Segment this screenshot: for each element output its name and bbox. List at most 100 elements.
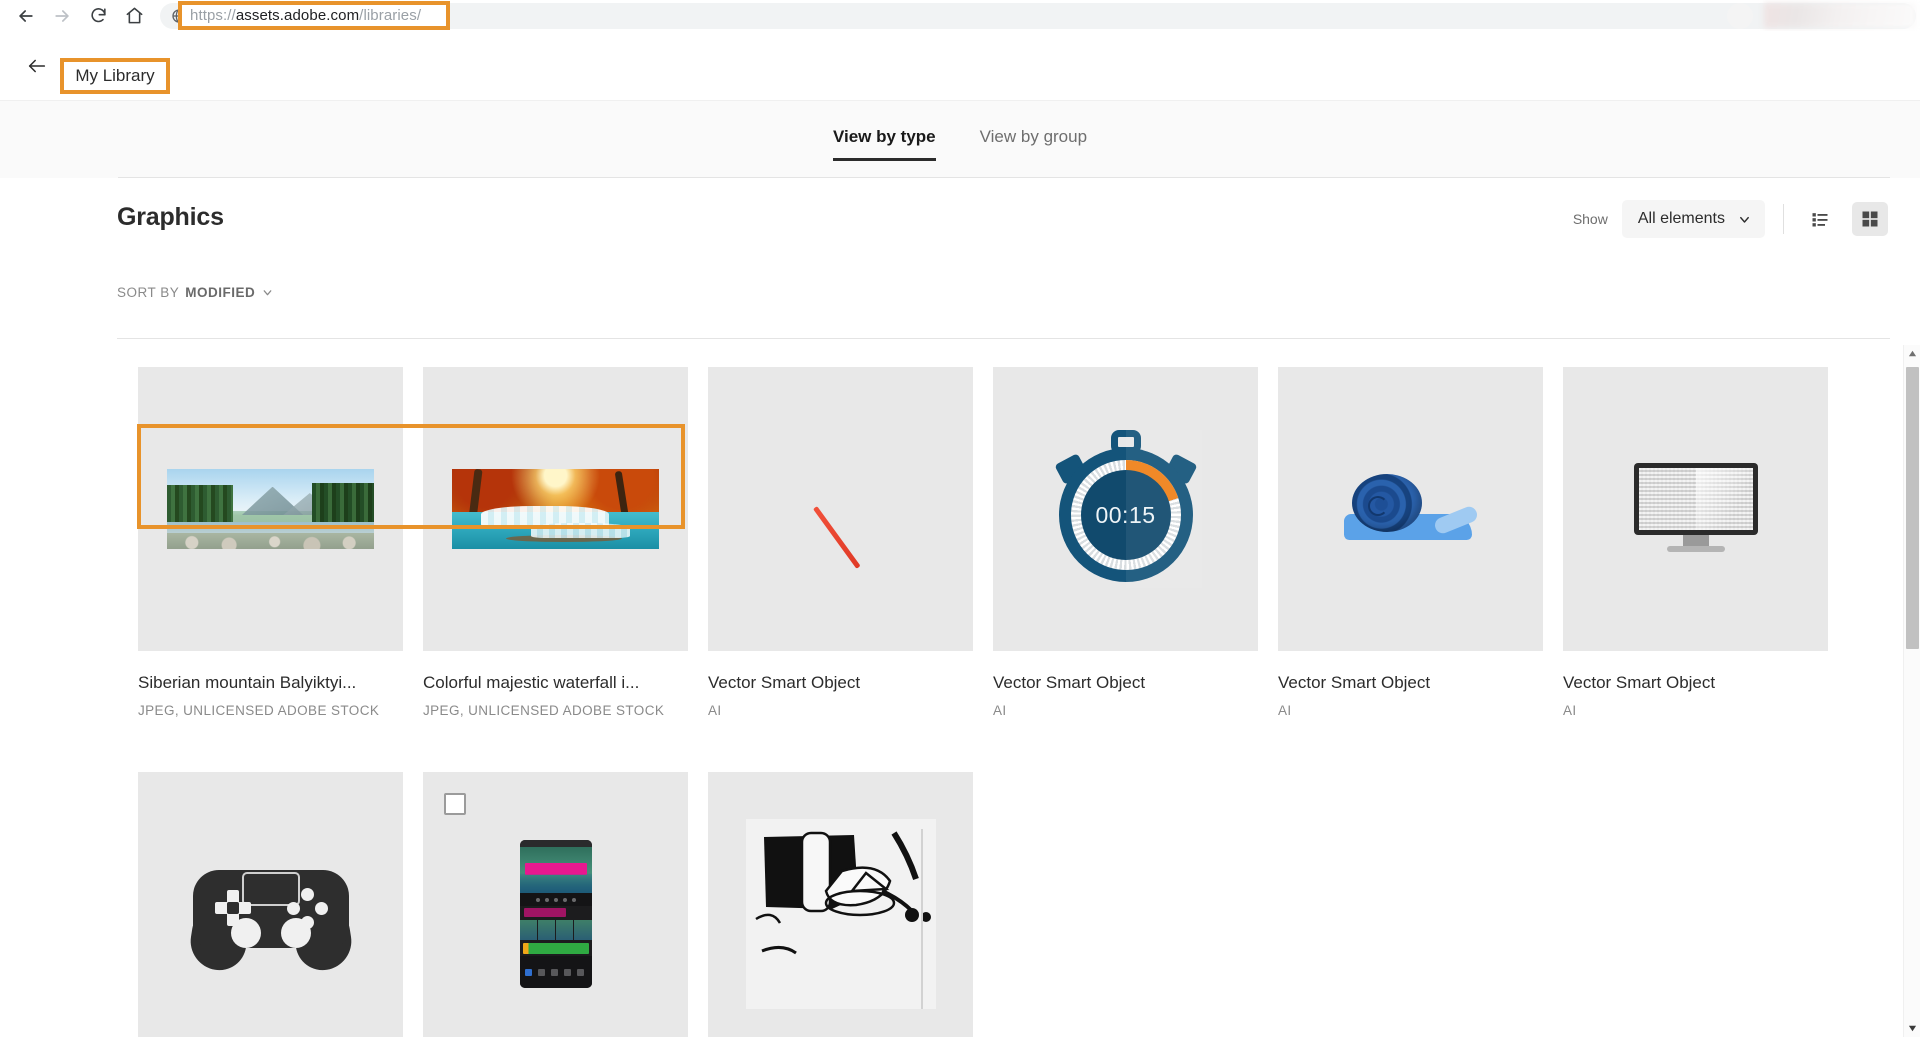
sort-control[interactable]: SORT BY MODIFIED [117,285,274,300]
asset-select-checkbox[interactable] [444,793,466,815]
scrollbar-thumb[interactable] [1906,367,1919,649]
section-divider [117,338,1890,339]
asset-thumbnail[interactable]: 00:15 [993,367,1258,651]
asset-card[interactable] [423,772,688,1037]
tab-view-by-group-label: View by group [979,127,1088,146]
page-title: Graphics [117,203,224,231]
asset-meta: AI [1278,703,1292,718]
header-controls: Show All elements [1573,200,1888,238]
grid-row-spacer [138,718,403,772]
chevron-down-icon [263,290,272,296]
sort-value-label: MODIFIED [185,285,256,300]
chevron-down-icon [1740,216,1749,223]
tab-view-by-group[interactable]: View by group [980,127,1087,161]
elements-filter-select[interactable]: All elements [1621,200,1765,238]
app-back-button[interactable] [20,49,54,83]
browser-back-button[interactable] [8,0,44,31]
home-icon [126,7,142,24]
asset-card[interactable]: 00:15 Vector Smart Object AI [993,367,1258,718]
gamepad-graphic [185,856,356,974]
elements-filter-value: All elements [1637,210,1725,227]
scroll-down-button[interactable] [1904,1020,1920,1037]
asset-title: Vector Smart Object [993,673,1146,692]
asset-title: Siberian mountain Balyiktyi... [138,673,357,692]
view-tabs: View by type View by group [0,127,1920,161]
content-scrollbar[interactable] [1903,345,1920,1037]
annotation-url-highlight: https://assets.adobe.com/libraries/ [178,1,450,30]
arrow-right-icon [55,9,69,22]
asset-thumbnail[interactable] [708,367,973,651]
asset-title: Vector Smart Object [708,673,861,692]
app-header [0,31,1920,101]
view-tabs-bar: View by type View by group [0,101,1920,178]
triangle-down-icon [1908,1025,1917,1032]
sort-prefix-label: SORT BY [117,285,180,300]
asset-thumbnail[interactable] [708,772,973,1037]
avatar[interactable] [1727,3,1753,29]
asset-card[interactable]: Vector Smart Object AI [708,367,973,718]
grid-view-button[interactable] [1852,202,1888,236]
asset-title: Vector Smart Object [1278,673,1431,692]
asset-meta: JPEG, UNLICENSED ADOBE STOCK [138,703,380,718]
asset-card[interactable] [708,772,973,1037]
asset-card[interactable]: Vector Smart Object AI [1563,367,1828,718]
phone-mockup-graphic [519,840,592,988]
tab-view-by-type-label: View by type [832,127,936,146]
annotation-library-highlight[interactable]: My Library [60,58,170,94]
asset-meta: AI [993,703,1007,718]
asset-card[interactable]: Vector Smart Object AI [1278,367,1543,718]
triangle-up-icon [1908,350,1917,357]
mountain-photo-image [167,469,374,549]
grid-row-spacer [993,718,1258,772]
asset-meta: JPEG, UNLICENSED ADOBE STOCK [423,703,665,718]
asset-grid: Siberian mountain Balyiktyi... JPEG, UNL… [138,367,1828,1037]
list-view-button[interactable] [1802,202,1838,236]
asset-thumbnail[interactable] [423,367,688,651]
red-line-graphic [813,509,869,565]
phone-project-title [524,863,587,875]
browser-reload-button[interactable] [80,0,116,31]
grid-row-spacer [1563,718,1828,772]
arrow-left-icon [19,9,33,22]
line-art-illustration [745,819,936,1009]
ann-url-domain: assets.adobe.com [235,7,360,24]
grid-row-spacer [423,718,688,772]
waterfall-photo-image [452,469,659,549]
asset-card[interactable] [138,772,403,1037]
asset-card[interactable]: Colorful majestic waterfall i... JPEG, U… [423,367,688,718]
asset-thumbnail[interactable] [138,772,403,1037]
show-label: Show [1572,211,1608,227]
controls-divider [1783,204,1784,234]
line-art-graphic [745,819,936,1009]
asset-thumbnail[interactable] [423,772,688,1037]
ann-url-path: /libraries/ [359,7,422,24]
asset-thumbnail[interactable] [138,367,403,651]
asset-grid-scroll-area: Siberian mountain Balyiktyi... JPEG, UNL… [0,345,1866,1037]
tab-view-by-type[interactable]: View by type [832,127,936,161]
asset-title: Colorful majestic waterfall i... [423,673,640,692]
grid-view-icon [1862,211,1878,227]
asset-meta: AI [708,703,722,718]
scroll-up-button[interactable] [1904,345,1920,362]
monitor-graphic [1633,463,1758,555]
grid-row-spacer [1278,718,1543,772]
list-view-icon [1812,213,1828,227]
asset-title: Vector Smart Object [1563,673,1716,692]
browser-toolbar: https://assets.adobe.com/libraries/ http… [0,0,1920,31]
library-title: My Library [75,66,155,85]
arrow-left-icon [28,59,46,73]
section-header: Graphics Show All elements [0,178,1920,256]
redacted-region [1764,3,1916,28]
annotation-url-text: https://assets.adobe.com/libraries/ [190,7,421,24]
ann-url-scheme: https:// [190,7,236,24]
reload-icon [90,8,106,23]
asset-thumbnail[interactable] [1563,367,1828,651]
asset-thumbnail[interactable] [1278,367,1543,651]
browser-home-button[interactable] [116,0,152,31]
snail-graphic [1338,472,1484,546]
grid-row-spacer [708,718,973,772]
browser-forward-button[interactable] [44,0,80,31]
asset-meta: AI [1563,703,1577,718]
asset-card[interactable]: Siberian mountain Balyiktyi... JPEG, UNL… [138,367,403,718]
stopwatch-graphic: 00:15 [1050,430,1202,588]
